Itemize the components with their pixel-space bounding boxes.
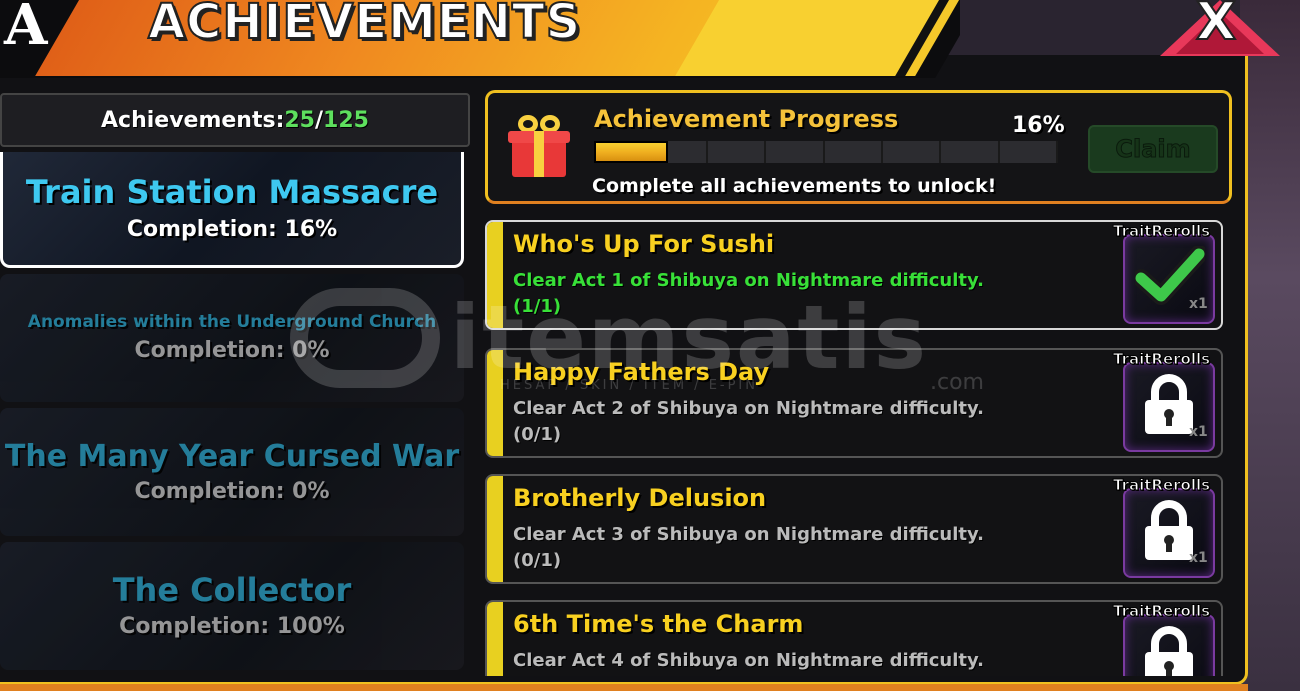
background-right: [1240, 0, 1300, 691]
map-name: The Collector: [112, 570, 352, 609]
reward-quantity: x1: [1189, 424, 1208, 440]
achievement-accent-bar: [487, 350, 503, 456]
progress-title: Achievement Progress: [594, 105, 899, 133]
close-button[interactable]: X: [1160, 0, 1280, 56]
map-card-anomalies-underground-church[interactable]: Anomalies within the Underground Church …: [0, 274, 464, 402]
lock-icon: [1145, 374, 1193, 434]
close-icon: X: [1195, 0, 1237, 53]
achievement-desc-text: Clear Act 4 of Shibuya on Nightmare diff…: [513, 650, 984, 671]
achievement-count-total: 125: [323, 107, 369, 133]
panel-bottom-border: [0, 684, 1248, 691]
achievement-accent-bar: [487, 222, 503, 328]
map-card-the-collector[interactable]: The Collector Completion: 100%: [0, 542, 464, 670]
lock-icon: [1145, 626, 1193, 676]
achievement-progress: (0/1): [513, 674, 1073, 676]
achievement-desc-text: Clear Act 3 of Shibuya on Nightmare diff…: [513, 524, 984, 545]
achievement-description: Clear Act 3 of Shibuya on Nightmare diff…: [513, 522, 1073, 574]
map-card-many-year-cursed-war[interactable]: The Many Year Cursed War Completion: 0%: [0, 408, 464, 536]
achievement-item: Who's Up For Sushi Clear Act 1 of Shibuya…: [485, 220, 1223, 330]
achievement-progress: (1/1): [513, 296, 562, 317]
achievement-count-current: 25: [284, 107, 315, 133]
progress-segment: [769, 141, 825, 163]
map-card-train-station-massacre[interactable]: Train Station Massacre Completion: 16%: [0, 152, 464, 268]
progress-segment: [885, 141, 942, 163]
achievement-item: Happy Fathers Day Clear Act 2 of Shibuya …: [485, 348, 1223, 458]
progress-segment: [944, 141, 1000, 163]
achievement-desc-text: Clear Act 1 of Shibuya on Nightmare diff…: [513, 270, 984, 291]
achievement-description: Clear Act 1 of Shibuya on Nightmare diff…: [513, 268, 1073, 320]
reward-label: TraitRerolls: [1112, 476, 1211, 495]
achievement-title: Who's Up For Sushi: [513, 230, 775, 258]
achievement-progress: (0/1): [513, 424, 562, 445]
progress-bar-fill: [594, 141, 669, 163]
map-name: Anomalies within the Underground Church: [27, 312, 437, 333]
map-completion: Completion: 100%: [119, 614, 345, 640]
achievement-title: 6th Time's the Charm: [513, 610, 804, 638]
achievement-description: Clear Act 2 of Shibuya on Nightmare diff…: [513, 396, 1073, 448]
achievement-progress: (0/1): [513, 550, 562, 571]
reward-quantity: x1: [1189, 550, 1208, 566]
progress-description: Complete all achievements to unlock!: [592, 175, 997, 197]
map-completion: Completion: 0%: [134, 337, 330, 363]
gift-ribbon: [534, 131, 544, 177]
reward-label: TraitRerolls: [1112, 350, 1211, 369]
achievement-progress-box: Achievement Progress 16% Complete all ac…: [485, 90, 1232, 204]
map-name: Train Station Massacre: [25, 173, 439, 212]
achievement-count-separator: /: [315, 107, 324, 133]
progress-percent: 16%: [1012, 113, 1065, 138]
reward-label: TraitRerolls: [1112, 602, 1211, 621]
achievement-accent-bar: [487, 602, 503, 676]
claim-button[interactable]: Claim: [1088, 125, 1218, 173]
achievement-title: Happy Fathers Day: [513, 358, 770, 386]
progress-bar: [594, 141, 1058, 163]
achievement-list: Who's Up For Sushi Clear Act 1 of Shibuya…: [485, 220, 1225, 676]
reward-label: TraitRerolls: [1112, 222, 1211, 241]
lock-icon: [1145, 500, 1193, 560]
reward-quantity: x1: [1189, 296, 1208, 312]
achievement-item: 6th Time's the Charm Clear Act 4 of Shibu…: [485, 600, 1223, 676]
achievement-desc-text: Clear Act 2 of Shibuya on Nightmare diff…: [513, 398, 984, 419]
gift-icon: [508, 115, 570, 179]
progress-segment: [1002, 141, 1058, 163]
achievement-count: Achievements: 25 / 125: [0, 93, 470, 147]
map-completion: Completion: 16%: [126, 216, 338, 242]
achievement-title: Brotherly Delusion: [513, 484, 767, 512]
achievement-count-label: Achievements:: [101, 107, 285, 133]
achievement-description: Clear Act 4 of Shibuya on Nightmare diff…: [513, 648, 1073, 676]
progress-segment: [827, 141, 883, 163]
progress-segment: [710, 141, 767, 163]
game-logo-icon: A: [4, 0, 48, 58]
achievement-accent-bar: [487, 476, 503, 582]
achievement-item: Brotherly Delusion Clear Act 3 of Shibuya…: [485, 474, 1223, 584]
map-completion: Completion: 0%: [134, 479, 330, 504]
map-list: Train Station Massacre Completion: 16% A…: [0, 152, 466, 672]
map-name: The Many Year Cursed War: [4, 439, 460, 474]
page-title: ACHIEVEMENTS: [147, 0, 582, 51]
